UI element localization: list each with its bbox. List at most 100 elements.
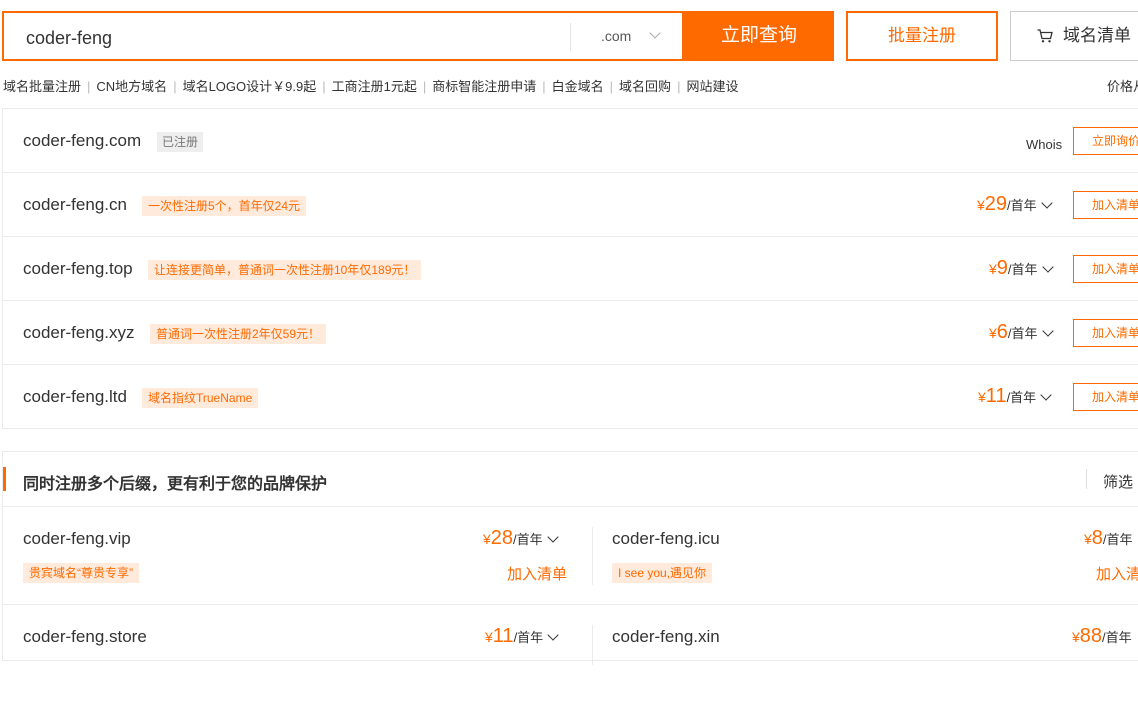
currency-symbol: ¥	[989, 325, 997, 341]
suggestions-title: 同时注册多个后缀，更有利于您的品牌保护	[23, 476, 328, 493]
price-unit: /首年	[1007, 262, 1038, 277]
promo-tag: 贵宾域名“尊贵专享”	[23, 563, 139, 583]
chevron-down-icon	[1041, 197, 1053, 209]
suffix-value: .com	[601, 28, 632, 44]
inquire-button[interactable]: 立即询价	[1073, 127, 1138, 155]
suggestion-row: coder-feng.vip ¥28/首年 贵宾域名“尊贵专享” 加入清单 co…	[3, 507, 1138, 605]
price-unit: /首年	[1102, 532, 1133, 547]
domain-name: coder-feng.top	[23, 259, 133, 278]
cart-icon	[1037, 29, 1053, 43]
price[interactable]: ¥29/首年	[977, 193, 1053, 216]
search-button[interactable]: 立即查询	[684, 11, 834, 61]
price[interactable]: ¥8/首年	[1084, 527, 1133, 550]
suffix-select[interactable]: .com	[571, 13, 684, 59]
domain-name: coder-feng.vip	[23, 529, 131, 548]
link-business-registration[interactable]: 工商注册1元起	[332, 79, 417, 94]
price-unit: /首年	[1006, 390, 1037, 405]
price[interactable]: ¥6/首年	[989, 321, 1054, 344]
currency-symbol: ¥	[1072, 629, 1080, 645]
link-logo-design[interactable]: 域名LOGO设计￥9.9起	[183, 79, 317, 94]
registered-tag: 已注册	[157, 132, 204, 152]
bulk-register-button[interactable]: 批量注册	[846, 11, 998, 61]
price[interactable]: ¥88/首年	[1072, 625, 1132, 648]
link-separator: |	[322, 79, 326, 94]
price[interactable]: ¥28/首年	[483, 527, 559, 550]
link-separator: |	[677, 79, 681, 94]
divider	[1086, 469, 1087, 489]
currency-symbol: ¥	[978, 389, 986, 405]
price-amount: 9	[996, 257, 1008, 279]
price-unit: /首年	[513, 532, 543, 547]
accent-bar	[3, 467, 6, 491]
add-to-cart-button[interactable]: 加入清单	[1073, 383, 1138, 411]
link-separator: |	[422, 79, 427, 94]
domain-name: coder-feng.xyz	[23, 323, 135, 342]
link-bulk-register[interactable]: 域名批量注册	[3, 79, 81, 94]
results-list: coder-feng.com 已注册 Whois 立即询价 coder-feng…	[2, 108, 1138, 429]
link-platinum-domain[interactable]: 白金域名	[552, 79, 604, 94]
currency-symbol: ¥	[977, 197, 985, 213]
search-input[interactable]	[24, 25, 568, 51]
price[interactable]: ¥9/首年	[989, 257, 1054, 280]
link-separator: |	[173, 79, 177, 94]
price-unit: /首年	[1102, 630, 1132, 645]
domain-name: coder-feng.icu	[612, 529, 720, 548]
suggestion-row: coder-feng.store ¥11/首年 coder-feng.xin ¥…	[3, 605, 1138, 703]
currency-symbol: ¥	[1084, 531, 1092, 547]
link-website-building[interactable]: 网站建设	[686, 79, 738, 94]
promo-tag: 域名指纹TrueName	[142, 388, 259, 408]
chevron-down-icon	[1040, 389, 1052, 401]
price-amount: 8	[1091, 527, 1103, 549]
suggestions-panel: 同时注册多个后缀，更有利于您的品牌保护 筛选 coder-feng.vip ¥2…	[2, 451, 1138, 665]
search-box: .com	[2, 11, 684, 61]
price-amount: 29	[984, 193, 1008, 215]
add-to-cart-button[interactable]: 加入清单	[1073, 191, 1138, 219]
domain-name: coder-feng.xin	[612, 627, 720, 646]
link-separator: |	[542, 79, 546, 94]
suggestions-header: 同时注册多个后缀，更有利于您的品牌保护 筛选	[3, 452, 1138, 507]
domain-cart-button[interactable]: 域名清单	[1010, 11, 1138, 61]
price-amount: 6	[996, 321, 1008, 343]
promo-tag: 一次性注册5个，首年仅24元	[142, 196, 307, 216]
result-row: coder-feng.xyz 普通词一次性注册2年仅59元！ ¥6/首年 加入清…	[3, 301, 1138, 365]
price-unit: /首年	[1007, 198, 1037, 213]
suggestion-item: coder-feng.icu ¥8/首年 I see you,遇见你 加入清单	[592, 507, 1138, 605]
promo-tag: 让连接更简单，普通词一次性注册10年仅189元！	[148, 260, 422, 280]
price[interactable]: ¥11/首年	[485, 625, 559, 648]
filter-button[interactable]: 筛选	[1103, 471, 1133, 492]
domain-name: coder-feng.com	[23, 131, 142, 150]
add-to-cart-button[interactable]: 加入清单	[1073, 319, 1138, 347]
result-row: coder-feng.cn 一次性注册5个，首年仅24元 ¥29/首年 加入清单	[3, 173, 1138, 237]
suggestion-item: coder-feng.xin ¥88/首年	[592, 605, 1138, 703]
price-amount: 28	[490, 527, 514, 549]
add-to-cart-button[interactable]: 加入清单	[1073, 255, 1138, 283]
chevron-down-icon	[547, 531, 559, 543]
chevron-down-icon	[649, 27, 661, 39]
currency-symbol: ¥	[989, 261, 997, 277]
suggestion-item: coder-feng.store ¥11/首年	[3, 605, 592, 703]
price-amount: 88	[1079, 625, 1103, 647]
domain-name: coder-feng.store	[23, 627, 147, 646]
promo-tag: I see you,遇见你	[612, 563, 713, 583]
link-cn-local-domain[interactable]: CN地方域名	[96, 79, 167, 94]
link-trademark[interactable]: 商标智能注册申请	[432, 79, 536, 94]
cart-label: 域名清单	[1063, 26, 1131, 45]
quick-links: 域名批量注册 | CN地方域名 | 域名LOGO设计￥9.9起 | 工商注册1元起 | 商标智能…	[3, 76, 738, 95]
result-row: coder-feng.com 已注册 Whois 立即询价	[3, 109, 1138, 173]
currency-symbol: ¥	[485, 629, 493, 645]
result-row: coder-feng.top 让连接更简单，普通词一次性注册10年仅189元！ …	[3, 237, 1138, 301]
suggestion-item: coder-feng.vip ¥28/首年 贵宾域名“尊贵专享” 加入清单	[3, 507, 592, 605]
add-to-cart-link[interactable]: 加入清单	[1096, 563, 1138, 584]
chevron-down-icon	[1041, 261, 1054, 273]
price-unit: /首年	[513, 630, 544, 645]
price-amount: 11	[492, 625, 514, 647]
price-unit: /首年	[1007, 326, 1038, 341]
chevron-down-icon	[1041, 325, 1054, 337]
price[interactable]: ¥11/首年	[978, 385, 1052, 408]
link-domain-buyback[interactable]: 域名回购	[619, 79, 671, 94]
currency-symbol: ¥	[483, 531, 491, 547]
domain-name: coder-feng.ltd	[23, 387, 127, 406]
add-to-cart-link[interactable]: 加入清单	[507, 563, 567, 584]
whois-link[interactable]: Whois	[1026, 137, 1062, 152]
price-sort[interactable]: 价格从	[1107, 76, 1138, 95]
